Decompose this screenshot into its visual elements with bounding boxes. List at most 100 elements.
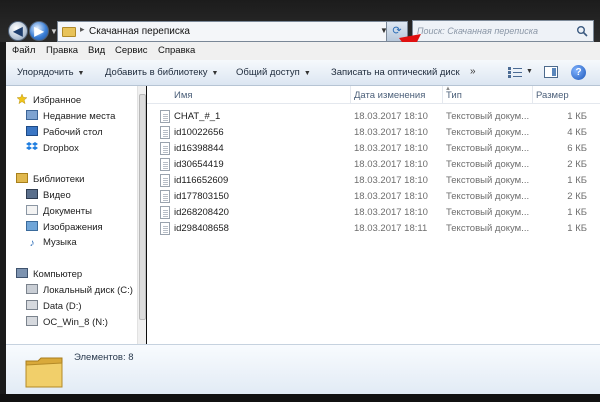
chevron-down-icon: ▼ (77, 70, 85, 77)
nav-dropbox[interactable]: Dropbox (26, 142, 79, 154)
nav-music-label: Музыка (43, 237, 77, 248)
file-row[interactable]: id30654419 18.03.2017 18:10 Текстовый до… (147, 157, 600, 173)
scrollbar-thumb[interactable] (139, 94, 146, 320)
file-date: 18.03.2017 18:11 (354, 223, 428, 234)
menu-view[interactable]: Вид (88, 45, 105, 56)
file-date: 18.03.2017 18:10 (354, 143, 428, 154)
burn-button[interactable]: Записать на оптический диск (331, 67, 460, 78)
view-dropdown-icon[interactable]: ▼ (526, 68, 533, 75)
search-input[interactable] (417, 24, 572, 38)
folder-icon (62, 27, 76, 37)
window-bottom-edge (0, 394, 600, 402)
nav-drive-n-label: OC_Win_8 (N:) (43, 317, 108, 328)
search-icon[interactable] (576, 25, 588, 37)
file-row[interactable]: id116652609 18.03.2017 18:10 Текстовый д… (147, 173, 600, 189)
nav-drive-d[interactable]: Data (D:) (26, 300, 82, 312)
address-path[interactable]: Скачанная переписка (89, 26, 190, 37)
file-list: Имя Дата изменения ▲ Тип Размер CHAT_#_1… (147, 86, 600, 344)
nav-dropbox-label: Dropbox (43, 143, 79, 154)
menu-bar: Файл Правка Вид Сервис Справка (6, 42, 600, 60)
column-header-row: Имя Дата изменения ▲ Тип Размер (147, 86, 600, 104)
file-type: Текстовый докум... (446, 207, 530, 218)
file-size: 2 КБ (567, 159, 587, 170)
preview-pane-icon[interactable] (544, 66, 558, 78)
file-row[interactable]: CHAT_#_1 18.03.2017 18:10 Текстовый доку… (147, 109, 600, 125)
nav-drive-c[interactable]: Локальный диск (C:) (26, 284, 133, 296)
file-name: CHAT_#_1 (174, 111, 221, 122)
file-name: id10022656 (174, 127, 224, 138)
file-date: 18.03.2017 18:10 (354, 111, 428, 122)
navigation-pane: Избранное Недавние места Рабочий стол Dr… (6, 86, 146, 344)
search-box[interactable] (412, 20, 594, 42)
nav-favorites[interactable]: Избранное (16, 94, 81, 106)
file-row[interactable]: id298408658 18.03.2017 18:11 Текстовый д… (147, 221, 600, 237)
back-button[interactable]: ◀ (8, 21, 28, 41)
file-type: Текстовый докум... (446, 223, 530, 234)
column-name[interactable]: Имя (174, 90, 193, 101)
desktop-icon (26, 126, 38, 136)
column-size[interactable]: Размер (536, 90, 569, 101)
file-date: 18.03.2017 18:10 (354, 127, 428, 138)
menu-edit[interactable]: Правка (46, 45, 78, 56)
file-row[interactable]: id177803150 18.03.2017 18:10 Текстовый д… (147, 189, 600, 205)
nav-music[interactable]: ♪ Музыка (26, 237, 77, 249)
folder-icon (25, 357, 63, 388)
text-file-icon (160, 174, 170, 187)
libraries-icon (16, 173, 28, 183)
menu-help[interactable]: Справка (158, 45, 195, 56)
help-icon[interactable]: ? (571, 65, 586, 80)
menu-file[interactable]: Файл (12, 45, 35, 56)
nav-desktop-label: Рабочий стол (43, 127, 103, 138)
nav-libraries-label: Библиотеки (33, 174, 85, 185)
drive-icon (26, 316, 38, 326)
file-size: 6 КБ (567, 143, 587, 154)
navigation-scrollbar[interactable] (137, 86, 146, 344)
nav-recent-places[interactable]: Недавние места (26, 110, 115, 122)
item-count: Элементов: 8 (74, 352, 134, 363)
menu-tools[interactable]: Сервис (115, 45, 148, 56)
forward-button[interactable]: ▶ (29, 21, 49, 41)
file-row[interactable]: id16398844 18.03.2017 18:10 Текстовый до… (147, 141, 600, 157)
file-type: Текстовый докум... (446, 143, 530, 154)
nav-pictures[interactable]: Изображения (26, 221, 103, 233)
column-divider[interactable] (350, 86, 351, 104)
nav-drive-d-label: Data (D:) (43, 301, 82, 312)
nav-drive-n[interactable]: OC_Win_8 (N:) (26, 316, 108, 328)
file-size: 4 КБ (567, 127, 587, 138)
column-date[interactable]: Дата изменения (354, 90, 425, 101)
video-icon (26, 189, 38, 199)
text-file-icon (160, 158, 170, 171)
column-divider[interactable] (532, 86, 533, 104)
file-row[interactable]: id268208420 18.03.2017 18:10 Текстовый д… (147, 205, 600, 221)
file-name: id268208420 (174, 207, 229, 218)
text-file-icon (160, 142, 170, 155)
text-file-icon (160, 206, 170, 219)
breadcrumb-separator-icon[interactable]: ▸ (80, 24, 85, 35)
file-size: 1 КБ (567, 111, 587, 122)
share-button[interactable]: Общий доступ ▼ (236, 67, 311, 78)
share-label: Общий доступ (236, 67, 300, 78)
nav-desktop[interactable]: Рабочий стол (26, 126, 103, 138)
file-size: 1 КБ (567, 207, 587, 218)
nav-video-label: Видео (43, 190, 71, 201)
file-size: 1 КБ (567, 223, 587, 234)
text-file-icon (160, 222, 170, 235)
add-to-library-button[interactable]: Добавить в библиотеку ▼ (105, 67, 218, 78)
nav-libraries[interactable]: Библиотеки (16, 173, 84, 185)
column-divider[interactable] (442, 86, 443, 104)
nav-video[interactable]: Видео (26, 189, 71, 201)
file-date: 18.03.2017 18:10 (354, 207, 428, 218)
file-row[interactable]: id10022656 18.03.2017 18:10 Текстовый до… (147, 125, 600, 141)
file-type: Текстовый докум... (446, 191, 530, 202)
documents-icon (26, 205, 38, 215)
more-commands-button[interactable]: » (470, 66, 476, 77)
nav-computer[interactable]: Компьютер (16, 268, 82, 280)
view-options-icon[interactable] (508, 67, 522, 78)
column-type[interactable]: Тип (446, 90, 462, 101)
nav-documents[interactable]: Документы (26, 205, 92, 217)
file-type: Текстовый докум... (446, 127, 530, 138)
organize-button[interactable]: Упорядочить ▼ (17, 67, 84, 78)
dropbox-icon (26, 142, 38, 150)
file-size: 2 КБ (567, 191, 587, 202)
command-bar: Упорядочить ▼ Добавить в библиотеку ▼ Общи… (6, 60, 600, 86)
